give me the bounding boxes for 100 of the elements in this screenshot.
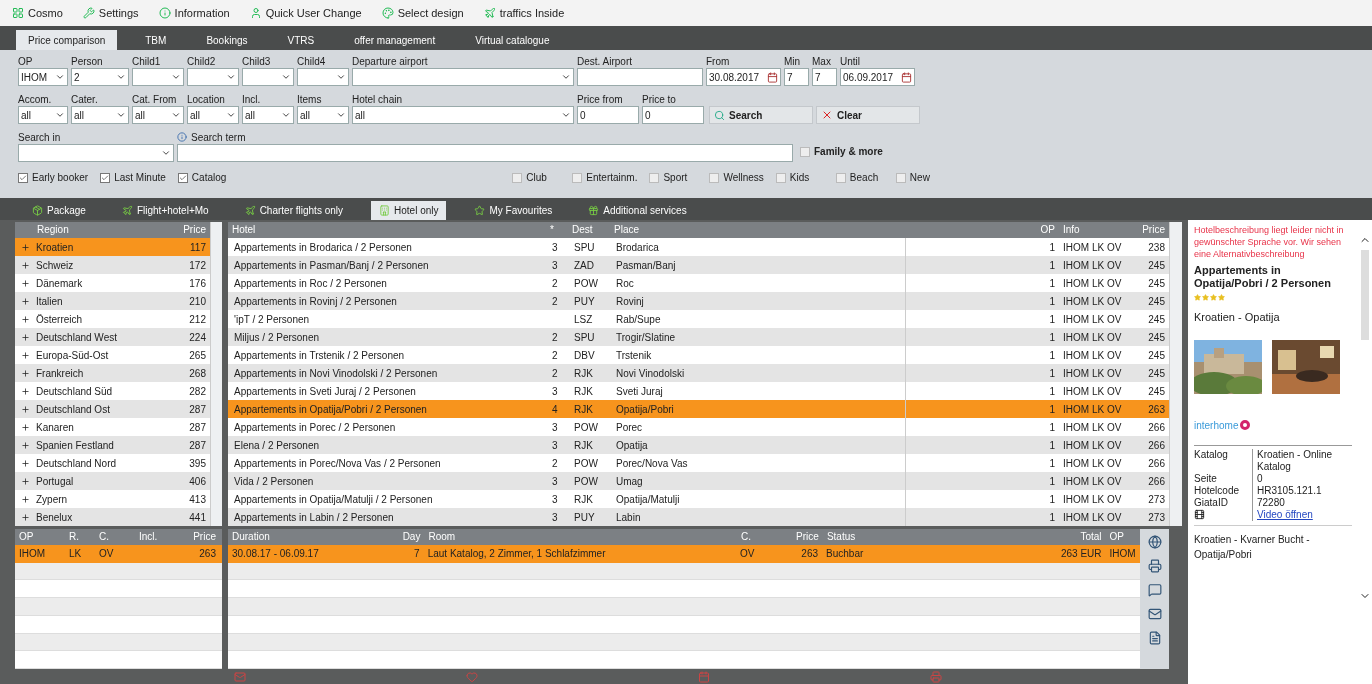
input-field[interactable]: 7 (812, 68, 837, 86)
hotel-row[interactable]: Appartements in Labin / 2 Personen 3 PUY Labin 1 IHOM LK OV 273 (228, 508, 1169, 526)
main-tab[interactable]: TBM (133, 30, 179, 50)
dropdown-field[interactable]: all (71, 106, 129, 124)
region-row[interactable]: Deutschland Ost 287 (15, 400, 210, 418)
expand-icon[interactable] (21, 242, 30, 252)
column-header[interactable]: Duration (228, 529, 399, 545)
expand-icon[interactable] (21, 512, 30, 522)
tool-icon[interactable] (1147, 631, 1162, 645)
expand-icon[interactable] (21, 386, 30, 396)
region-row[interactable]: Italien 210 (15, 292, 210, 310)
expand-icon[interactable] (21, 314, 30, 324)
expand-icon[interactable] (21, 350, 30, 360)
expand-icon[interactable] (21, 332, 30, 342)
column-header[interactable]: Info (1059, 222, 1135, 238)
input-field[interactable] (577, 68, 703, 86)
sub-tab[interactable]: Flight+hotel+Mo (113, 201, 217, 220)
checkbox[interactable] (775, 172, 786, 183)
expand-icon[interactable] (21, 440, 30, 450)
checkbox[interactable] (512, 172, 523, 183)
dropdown-field[interactable]: all (18, 106, 68, 124)
expand-icon[interactable] (21, 368, 30, 378)
dropdown-field[interactable] (297, 68, 349, 86)
main-tab[interactable]: Virtual catalogue (463, 30, 562, 50)
hotel-row[interactable]: Appartements in Pasman/Banj / 2 Personen 3 ZAD Pasman/Banj 1 IHOM LK OV 245 (228, 256, 1169, 274)
expand-icon[interactable] (21, 296, 30, 306)
column-header[interactable]: R. (65, 529, 95, 545)
column-header[interactable]: Status (822, 529, 1058, 545)
column-header[interactable]: Incl. (135, 529, 175, 545)
menu-item[interactable]: Settings (82, 4, 139, 22)
dropdown-field[interactable]: all (297, 106, 349, 124)
tool-icon[interactable] (1147, 583, 1162, 597)
column-header[interactable]: C. (736, 529, 776, 545)
dropdown-field[interactable]: all (352, 106, 574, 124)
column-header[interactable]: OP (15, 529, 65, 545)
sub-tab[interactable]: Hotel only (371, 201, 447, 220)
column-header[interactable]: Price (1135, 222, 1169, 238)
sub-tab[interactable]: Package (24, 201, 94, 220)
clear-button[interactable]: Clear (816, 106, 920, 124)
region-row[interactable]: Spanien Festland 287 (15, 436, 210, 454)
main-tab[interactable]: Bookings (194, 30, 260, 50)
region-row[interactable]: Benelux 441 (15, 508, 210, 526)
dropdown-field[interactable]: IHOM (18, 68, 68, 86)
input-field[interactable]: 0 (642, 106, 704, 124)
dropdown-field[interactable] (18, 144, 174, 162)
column-header[interactable]: C. (95, 529, 135, 545)
dropdown-field[interactable] (352, 68, 574, 86)
expand-icon[interactable] (21, 458, 30, 468)
date-field[interactable]: 30.08.2017 (706, 68, 781, 86)
expand-icon[interactable] (21, 260, 30, 270)
column-header[interactable]: Hotel (228, 222, 546, 238)
dropdown-field[interactable]: 2 (71, 68, 129, 86)
menu-item[interactable]: traffics Inside (483, 4, 565, 22)
dropdown-field[interactable] (132, 68, 184, 86)
scrollbar[interactable] (210, 222, 222, 526)
expand-icon[interactable] (21, 404, 30, 414)
column-header[interactable]: OP (1105, 529, 1140, 545)
column-header[interactable]: Day (398, 529, 425, 545)
checkbox[interactable] (18, 172, 28, 183)
region-row[interactable]: Schweiz 172 (15, 256, 210, 274)
checkbox[interactable] (895, 172, 906, 183)
dropdown-field[interactable]: all (187, 106, 239, 124)
search-button[interactable]: Search (709, 106, 813, 124)
menu-item[interactable]: Cosmo (12, 4, 63, 22)
checkbox[interactable] (709, 172, 720, 183)
tool-icon[interactable] (1147, 607, 1162, 621)
sub-tab[interactable]: Additional services (580, 201, 695, 220)
hotel-row[interactable]: Miljus / 2 Personen 2 SPU Trogir/Slatine 1 IHOM LK OV 245 (228, 328, 1169, 346)
input-field[interactable] (177, 144, 793, 162)
checkbox[interactable] (177, 172, 188, 183)
column-header[interactable]: Region (15, 222, 165, 238)
scrollbar[interactable] (1169, 222, 1182, 526)
main-tab[interactable]: VTRS (275, 30, 327, 50)
dropdown-field[interactable] (187, 68, 239, 86)
sub-tab[interactable]: Charter flights only (236, 201, 351, 220)
date-field[interactable]: 06.09.2017 (840, 68, 915, 86)
column-header[interactable]: OP (1025, 222, 1059, 238)
sub-tab[interactable]: My Favourites (466, 201, 561, 220)
region-row[interactable]: Portugal 406 (15, 472, 210, 490)
hotel-row[interactable]: Appartements in Opatija/Pobri / 2 Personen 4 RJK Opatija/Pobri 1 IHOM LK OV 263 (228, 400, 1169, 418)
tool-icon[interactable] (1147, 559, 1162, 573)
column-header[interactable]: Dest (568, 222, 610, 238)
expand-icon[interactable] (21, 476, 30, 486)
expand-icon[interactable] (21, 494, 30, 504)
checkbox[interactable] (572, 172, 583, 183)
input-field[interactable]: 7 (784, 68, 809, 86)
input-field[interactable]: 0 (577, 106, 639, 124)
checkbox[interactable] (100, 172, 111, 183)
column-header[interactable]: * (546, 222, 568, 238)
column-header[interactable]: Total (1057, 529, 1106, 545)
checkbox[interactable] (800, 146, 810, 157)
menu-item[interactable]: Select design (381, 4, 464, 22)
scrollbar-thumb[interactable] (1361, 250, 1369, 340)
dropdown-field[interactable]: all (132, 106, 184, 124)
video-link[interactable]: Video öffnen (1257, 508, 1313, 520)
column-header[interactable]: Place (610, 222, 905, 238)
expand-icon[interactable] (21, 278, 30, 288)
region-row[interactable]: Kroatien 117 (15, 238, 210, 256)
checkbox[interactable] (649, 172, 660, 183)
column-header[interactable]: Price (175, 529, 220, 545)
